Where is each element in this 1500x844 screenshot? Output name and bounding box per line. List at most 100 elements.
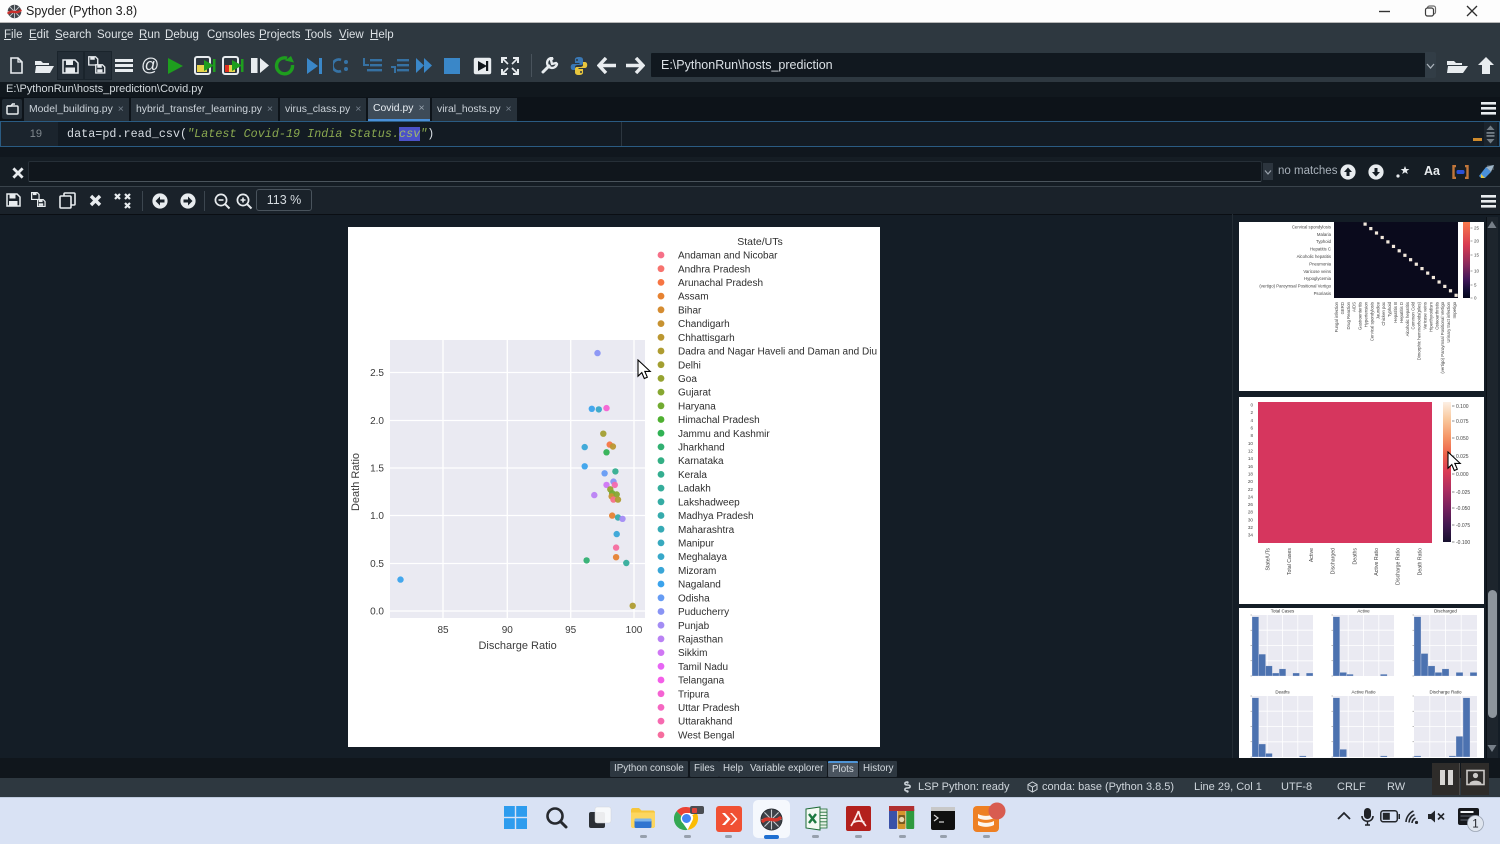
svg-text:Discharge Ratio: Discharge Ratio: [1429, 690, 1462, 695]
svg-text:Discharge Ratio: Discharge Ratio: [478, 640, 556, 652]
svg-text:2.5: 2.5: [370, 368, 384, 379]
svg-text:Typhoid: Typhoid: [1316, 239, 1332, 244]
svg-text:0.5: 0.5: [370, 559, 384, 570]
svg-text:8: 8: [1250, 433, 1253, 438]
svg-text:Fungal infection: Fungal infection: [1334, 301, 1339, 332]
svg-text:Cervical spondylosis: Cervical spondylosis: [1292, 224, 1331, 229]
svg-text:GERD: GERD: [1340, 302, 1345, 314]
svg-text:Karnataka: Karnataka: [678, 456, 724, 467]
svg-text:Haryana: Haryana: [678, 401, 716, 412]
svg-text:Hepatitis B: Hepatitis B: [1393, 302, 1398, 323]
svg-text:Rajasthan: Rajasthan: [678, 635, 723, 646]
svg-text:Urinary tract infection: Urinary tract infection: [1446, 301, 1451, 342]
svg-text:1.5: 1.5: [370, 464, 384, 475]
svg-text:95: 95: [565, 625, 577, 636]
svg-text:Deaths: Deaths: [1352, 548, 1358, 565]
svg-text:(vertigo) Paroymsal Positiona: (vertigo) Paroymsal Positional Vertigo: [1440, 301, 1445, 373]
svg-text:85: 85: [437, 625, 449, 636]
svg-text:Discharged: Discharged: [1331, 548, 1337, 574]
svg-text:Death Ratio: Death Ratio: [350, 453, 362, 511]
svg-text:Goa: Goa: [678, 374, 697, 385]
svg-text:Madhya Pradesh: Madhya Pradesh: [678, 511, 754, 522]
svg-text:12: 12: [1248, 449, 1254, 454]
svg-text:18: 18: [1248, 472, 1254, 477]
svg-text:4: 4: [1250, 418, 1253, 423]
svg-text:Tamil Nadu: Tamil Nadu: [678, 662, 728, 673]
svg-text:Drug Reaction: Drug Reaction: [1346, 301, 1351, 329]
svg-text:Common Cold: Common Cold: [1411, 301, 1416, 329]
svg-text:Assam: Assam: [678, 292, 709, 303]
svg-text:Jammu and Kashmir: Jammu and Kashmir: [678, 429, 770, 440]
svg-text:Psoriasis: Psoriasis: [1314, 291, 1331, 296]
svg-text:Manipur: Manipur: [678, 539, 715, 550]
svg-text:1.0: 1.0: [370, 511, 384, 522]
svg-text:Meghalaya: Meghalaya: [678, 552, 727, 563]
svg-text:Tripura: Tripura: [678, 689, 710, 700]
svg-text:-0.025: -0.025: [1456, 490, 1470, 496]
svg-text:24: 24: [1248, 494, 1254, 499]
svg-text:2.0: 2.0: [370, 416, 384, 427]
svg-text:20: 20: [1474, 239, 1480, 244]
svg-text:Hiperthyroidism: Hiperthyroidism: [1428, 302, 1433, 332]
svg-text:16: 16: [1248, 464, 1254, 469]
svg-text:2: 2: [1250, 410, 1253, 415]
svg-text:Malaria: Malaria: [1317, 232, 1332, 237]
svg-text:Dadra and Nagar Haveli and Dam: Dadra and Nagar Haveli and Daman and Diu: [678, 347, 877, 358]
svg-text:Alcoholic hepatitis: Alcoholic hepatitis: [1297, 254, 1331, 259]
svg-text:Sikkim: Sikkim: [678, 648, 707, 659]
svg-text:Deaths: Deaths: [1275, 690, 1290, 695]
svg-text:West Bengal: West Bengal: [678, 731, 735, 742]
svg-text:Hepatitis D: Hepatitis D: [1399, 302, 1404, 323]
svg-text:10: 10: [1248, 441, 1254, 446]
svg-text:Active: Active: [1309, 548, 1315, 562]
svg-text:10: 10: [1474, 269, 1480, 274]
svg-text:100: 100: [626, 625, 643, 636]
svg-text:Hepatitis C: Hepatitis C: [1310, 247, 1331, 252]
svg-text:Hypoglycemia: Hypoglycemia: [1304, 276, 1332, 281]
svg-text:(vertigo) Paroymsal Positiona: (vertigo) Paroymsal Positional Vertigo: [1259, 284, 1331, 289]
svg-text:Total Cases: Total Cases: [1287, 548, 1293, 576]
svg-text:Active Ratio: Active Ratio: [1374, 548, 1380, 576]
svg-text:Arunachal Pradesh: Arunachal Pradesh: [678, 278, 763, 289]
svg-text:Discharge Ratio: Discharge Ratio: [1396, 548, 1402, 585]
svg-text:AIDS: AIDS: [1352, 302, 1357, 312]
svg-text:Delhi: Delhi: [678, 360, 701, 371]
svg-text:Jaundice: Jaundice: [1375, 301, 1380, 319]
svg-text:Punjab: Punjab: [678, 621, 710, 632]
svg-text:22: 22: [1248, 487, 1254, 492]
svg-text:Alcoholic hepatitis: Alcoholic hepatitis: [1405, 302, 1410, 336]
svg-text:Discharged: Discharged: [1434, 609, 1457, 614]
svg-text:14: 14: [1248, 456, 1254, 461]
svg-text:Puducherry: Puducherry: [678, 607, 729, 618]
svg-text:Gastroenteritis: Gastroenteritis: [1358, 302, 1363, 330]
svg-text:25: 25: [1474, 226, 1480, 231]
svg-text:State/UTs: State/UTs: [737, 236, 783, 248]
svg-text:0.100: 0.100: [1456, 404, 1469, 410]
svg-text:-0.075: -0.075: [1456, 523, 1470, 529]
svg-text:Lakshadweep: Lakshadweep: [678, 497, 740, 508]
svg-text:Pneumonia: Pneumonia: [1309, 261, 1331, 266]
svg-text:0.000: 0.000: [1456, 472, 1469, 478]
svg-text:Bihar: Bihar: [678, 305, 702, 316]
svg-text:Andhra Pradesh: Andhra Pradesh: [678, 264, 750, 275]
svg-text:Gujarat: Gujarat: [678, 388, 711, 399]
svg-text:Typhoid: Typhoid: [1387, 301, 1392, 317]
svg-text:Himachal Pradesh: Himachal Pradesh: [678, 415, 760, 426]
svg-text:Chicken pox: Chicken pox: [1381, 301, 1386, 325]
svg-text:0.0: 0.0: [370, 607, 384, 618]
svg-text:0.050: 0.050: [1456, 436, 1469, 442]
svg-text:Active: Active: [1357, 609, 1370, 614]
svg-text:Active Ratio: Active Ratio: [1351, 690, 1376, 695]
svg-text:Maharashtra: Maharashtra: [678, 525, 735, 536]
svg-text:State/UTs: State/UTs: [1266, 548, 1272, 571]
svg-text:Death Ratio: Death Ratio: [1417, 548, 1423, 576]
svg-text:30: 30: [1248, 517, 1254, 522]
svg-text:Chhattisgarh: Chhattisgarh: [678, 333, 735, 344]
svg-text:Varicose veins: Varicose veins: [1303, 269, 1331, 274]
svg-text:6: 6: [1250, 426, 1253, 431]
svg-text:-0.050: -0.050: [1456, 506, 1470, 512]
svg-text:15: 15: [1474, 253, 1480, 258]
svg-text:Uttar Pradesh: Uttar Pradesh: [678, 703, 740, 714]
svg-text:20: 20: [1248, 479, 1254, 484]
svg-text:28: 28: [1248, 510, 1254, 515]
